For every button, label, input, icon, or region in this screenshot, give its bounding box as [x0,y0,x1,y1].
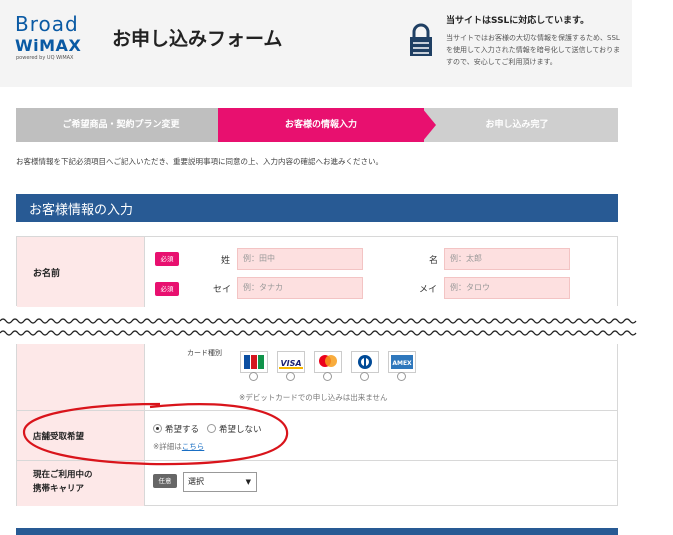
store-radio-no[interactable] [207,424,216,433]
mei-kana-input[interactable]: 例：タロウ [444,277,570,299]
name-form-row: お名前 必須 姓 例：田中 名 例：太郎 必須 セイ 例：タナカ メイ 例：タロ… [16,236,618,307]
required-badge: 必須 [155,252,179,266]
store-option-yes[interactable]: 希望する [165,423,199,435]
carrier-select[interactable]: 選択 ▼ [183,472,257,492]
mei-input[interactable]: 例：太郎 [444,248,570,270]
detail-link[interactable]: こちら [182,442,205,451]
logo-wimax-text: WiMAX [15,36,82,55]
card-label-cell [17,344,145,410]
svg-text:AMEX: AMEX [392,360,412,367]
visa-card-icon: VISA [277,351,305,373]
lower-form: カード種別 VISA AMEX ※デビットカードでの申し込みは出来ません 店舗受… [16,344,618,506]
card-radio-visa[interactable] [286,372,295,381]
carrier-select-value: 選択 [188,477,204,486]
page-title: お申し込みフォーム [112,28,283,50]
next-section-bar [16,528,618,535]
store-detail-note: ※詳細はこちら [153,441,204,452]
detail-prefix: ※詳細は [153,442,182,451]
carrier-label-line1: 現在ご利用中の [33,470,93,480]
section-header: お客様情報の入力 [16,194,618,222]
step-customer-info: お客様の情報入力 [218,108,424,142]
mastercard-icon [314,351,342,373]
card-radio-jcb[interactable] [249,372,258,381]
form-notice: お客様情報を下記必須項目へご記入いただき、重要説明事項に同意の上、入力内容の確認… [16,157,383,166]
carrier-label-line2: 携帯キャリア [33,484,85,494]
ssl-title: 当サイトはSSLに対応しています。 [446,16,590,26]
section-title: お客様情報の入力 [29,203,134,218]
name-label-cell: お名前 [17,237,145,307]
page-header: Broad WiMAX powered by UQ WiMAX お申し込みフォー… [0,0,632,87]
card-radio-amex[interactable] [397,372,406,381]
store-radio-yes[interactable] [153,424,162,433]
logo-powered-text: powered by UQ WiMAX [16,55,74,61]
amex-card-icon: AMEX [388,351,416,373]
step-complete: お申し込み完了 [416,108,618,142]
jcb-card-icon [240,351,268,373]
sei-kana-input[interactable]: 例：タナカ [237,277,363,299]
ssl-description: 当サイトではお客様の大切な情報を保護するため、SSLを使用して入力された情報を暗… [446,34,621,66]
chevron-down-icon: ▼ [245,478,251,486]
sei-input[interactable]: 例：田中 [237,248,363,270]
card-radio-master[interactable] [323,372,332,381]
required-badge: 必須 [155,282,179,296]
step-arrow [422,108,436,142]
diners-card-icon [351,351,379,373]
broad-wimax-logo[interactable]: Broad WiMAX powered by UQ WiMAX [13,12,93,64]
optional-badge: 任意 [153,474,177,488]
store-option-no[interactable]: 希望しない [219,423,262,435]
sei-label: 姓 [221,256,231,266]
svg-text:VISA: VISA [280,359,301,368]
progress-steps: ご希望商品・契約プラン変更 お申し込み完了 お客様の情報入力 [16,108,618,142]
mei-label: 名 [429,256,439,266]
mei-kana-label: メイ [419,285,438,295]
sei-kana-label: セイ [213,285,232,295]
carrier-label: 現在ご利用中の 携帯キャリア [33,468,93,496]
store-pickup-label: 店舗受取希望 [33,432,85,442]
card-radio-diners[interactable] [360,372,369,381]
lock-icon [410,23,432,56]
card-kind-label: カード種別 [187,349,222,357]
step-plan: ご希望商品・契約プラン変更 [16,108,226,142]
logo-broad-text: Broad [15,12,79,36]
name-label: お名前 [33,269,61,279]
debit-note: ※デビットカードでの申し込みは出来ません [239,393,388,402]
wavy-cut-line [0,318,637,336]
